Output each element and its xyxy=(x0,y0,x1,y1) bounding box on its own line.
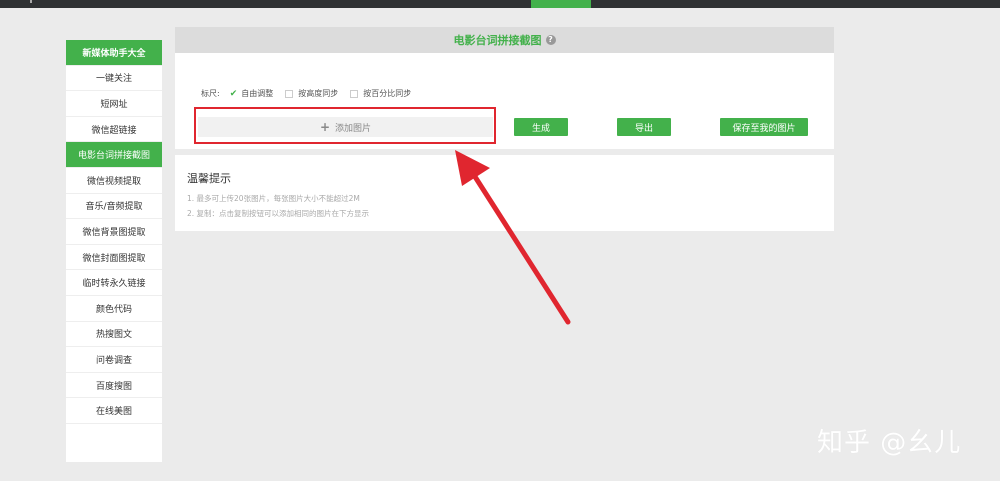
sidebar-item-permanent-link[interactable]: 临时转永久链接 xyxy=(66,270,162,296)
ruler-label: 标尺: xyxy=(201,89,220,98)
help-icon[interactable]: ? xyxy=(545,35,556,45)
sidebar-item-audio-extract[interactable]: 音乐/音频提取 xyxy=(66,194,162,220)
sidebar-item-one-click-follow[interactable]: 一键关注 xyxy=(66,66,162,92)
sidebar-item-cover-extract[interactable]: 微信封面图提取 xyxy=(66,245,162,271)
tips-title: 温馨提示 xyxy=(187,172,231,185)
option-percent-sync[interactable]: 按百分比同步 xyxy=(350,88,411,99)
checkmark-icon: ✔ xyxy=(229,88,238,99)
sidebar-item-movie-caption[interactable]: 电影台词拼接截图 xyxy=(66,142,162,168)
option-height-sync[interactable]: 按高度同步 xyxy=(285,88,338,99)
ruler-options: 标尺: ✔ 自由调整 按高度同步 按百分比同步 xyxy=(201,88,411,99)
sidebar: 新媒体助手大全 一键关注 短网址 微信超链接 电影台词拼接截图 微信视频提取 音… xyxy=(66,40,162,462)
option-free-adjust[interactable]: ✔ 自由调整 xyxy=(230,88,274,99)
sidebar-item-video-extract[interactable]: 微信视频提取 xyxy=(66,168,162,194)
sidebar-item-color-code[interactable]: 颜色代码 xyxy=(66,296,162,322)
top-bar-active-indicator xyxy=(531,0,591,8)
checkbox-icon xyxy=(350,89,359,98)
plus-icon: + xyxy=(319,120,331,134)
sidebar-item-baidu-image-search[interactable]: 百度搜图 xyxy=(66,373,162,399)
sidebar-item-background-extract[interactable]: 微信背景图提取 xyxy=(66,219,162,245)
panel-title: 电影台词拼接截图 ? xyxy=(175,27,834,53)
panel-title-text: 电影台词拼接截图 xyxy=(453,34,542,47)
top-bar-mark xyxy=(30,0,32,3)
add-image-label: 添加图片 xyxy=(335,123,372,134)
save-to-my-images-button[interactable]: 保存至我的图片 xyxy=(720,118,808,136)
tips-line-2: 2. 复制：点击复制按钮可以添加相同的图片在下方显示 xyxy=(187,209,370,218)
tips-panel: 温馨提示 1. 最多可上传20张图片，每张图片大小不能超过2M 2. 复制：点击… xyxy=(175,155,834,231)
top-bar xyxy=(0,0,1000,8)
sidebar-item-online-beautify[interactable]: 在线美图 xyxy=(66,398,162,424)
option-percent-sync-label: 按百分比同步 xyxy=(363,89,412,98)
add-image-button[interactable]: + 添加图片 xyxy=(198,117,493,137)
option-free-adjust-label: 自由调整 xyxy=(241,89,274,98)
sidebar-item-wechat-hyperlink[interactable]: 微信超链接 xyxy=(66,117,162,143)
option-height-sync-label: 按高度同步 xyxy=(298,89,339,98)
sidebar-item-hot-search[interactable]: 热搜图文 xyxy=(66,322,162,348)
tips-line-1: 1. 最多可上传20张图片，每张图片大小不能超过2M xyxy=(187,194,360,203)
sidebar-header[interactable]: 新媒体助手大全 xyxy=(66,40,162,66)
sidebar-item-short-url[interactable]: 短网址 xyxy=(66,91,162,117)
export-button[interactable]: 导出 xyxy=(617,118,671,136)
checkbox-icon xyxy=(285,89,294,98)
sidebar-item-survey[interactable]: 问卷调查 xyxy=(66,347,162,373)
generate-button[interactable]: 生成 xyxy=(514,118,568,136)
watermark: 知乎 @幺儿 xyxy=(817,428,962,458)
